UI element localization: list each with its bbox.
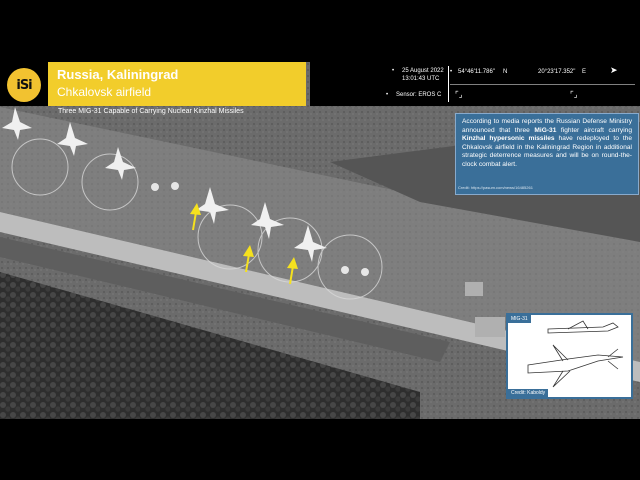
isi-logo: iSi — [0, 62, 48, 106]
bullet-icon: • — [450, 69, 453, 75]
north-arrow-icon: ➤ — [610, 65, 618, 75]
description-box: According to media reports the Russian D… — [455, 113, 639, 195]
latitude-direction: N — [503, 69, 508, 75]
inset-label: MIG-31 — [508, 315, 531, 323]
source-credit: Credit: https://pasum.com/news/16485261 — [458, 185, 533, 190]
inset-credit: Credit: Kaboldy — [508, 389, 549, 397]
image-caption: Three MIG-31 Capable of Carrying Nuclear… — [58, 108, 244, 115]
corner-marks-icon: ⌜⌟ — [570, 90, 578, 99]
divider — [450, 84, 635, 85]
missile-name: Kinzhal hypersonic missiles — [462, 135, 555, 143]
bullet-icon: • — [392, 68, 395, 74]
aircraft-name: MiG-31 — [534, 126, 557, 134]
corner-marks-icon: ⌜⌟ — [455, 90, 463, 99]
longitude-direction: E — [582, 69, 587, 75]
bullet-icon: • — [386, 92, 389, 98]
mig31-diagram — [527, 320, 624, 388]
page-title: Russia, Kaliningrad — [57, 67, 179, 82]
logo-badge: iSi — [7, 68, 41, 102]
sensor-label: Sensor: EROS C — [396, 92, 442, 98]
page-subtitle: Chkalovsk airfield — [57, 85, 152, 99]
capture-time: 13:01:43 UTC — [402, 76, 440, 82]
longitude-value: 20°23'17.352" — [538, 69, 576, 75]
aircraft-diagram-inset: MIG-31 Credit: Kaboldy — [506, 313, 633, 399]
image-frame: iSi Russia, Kaliningrad Chkalovsk airfie… — [0, 0, 640, 480]
title-panel: Russia, Kaliningrad Chkalovsk airfield — [48, 62, 306, 106]
info-panel: • 25 August 2022 13:01:43 UTC • Sensor: … — [310, 62, 640, 106]
description-text: fighter aircraft carrying — [556, 126, 632, 134]
divider — [448, 66, 449, 102]
latitude-value: 54°46'11.786" — [458, 69, 495, 75]
capture-date: 25 August 2022 — [402, 68, 444, 74]
